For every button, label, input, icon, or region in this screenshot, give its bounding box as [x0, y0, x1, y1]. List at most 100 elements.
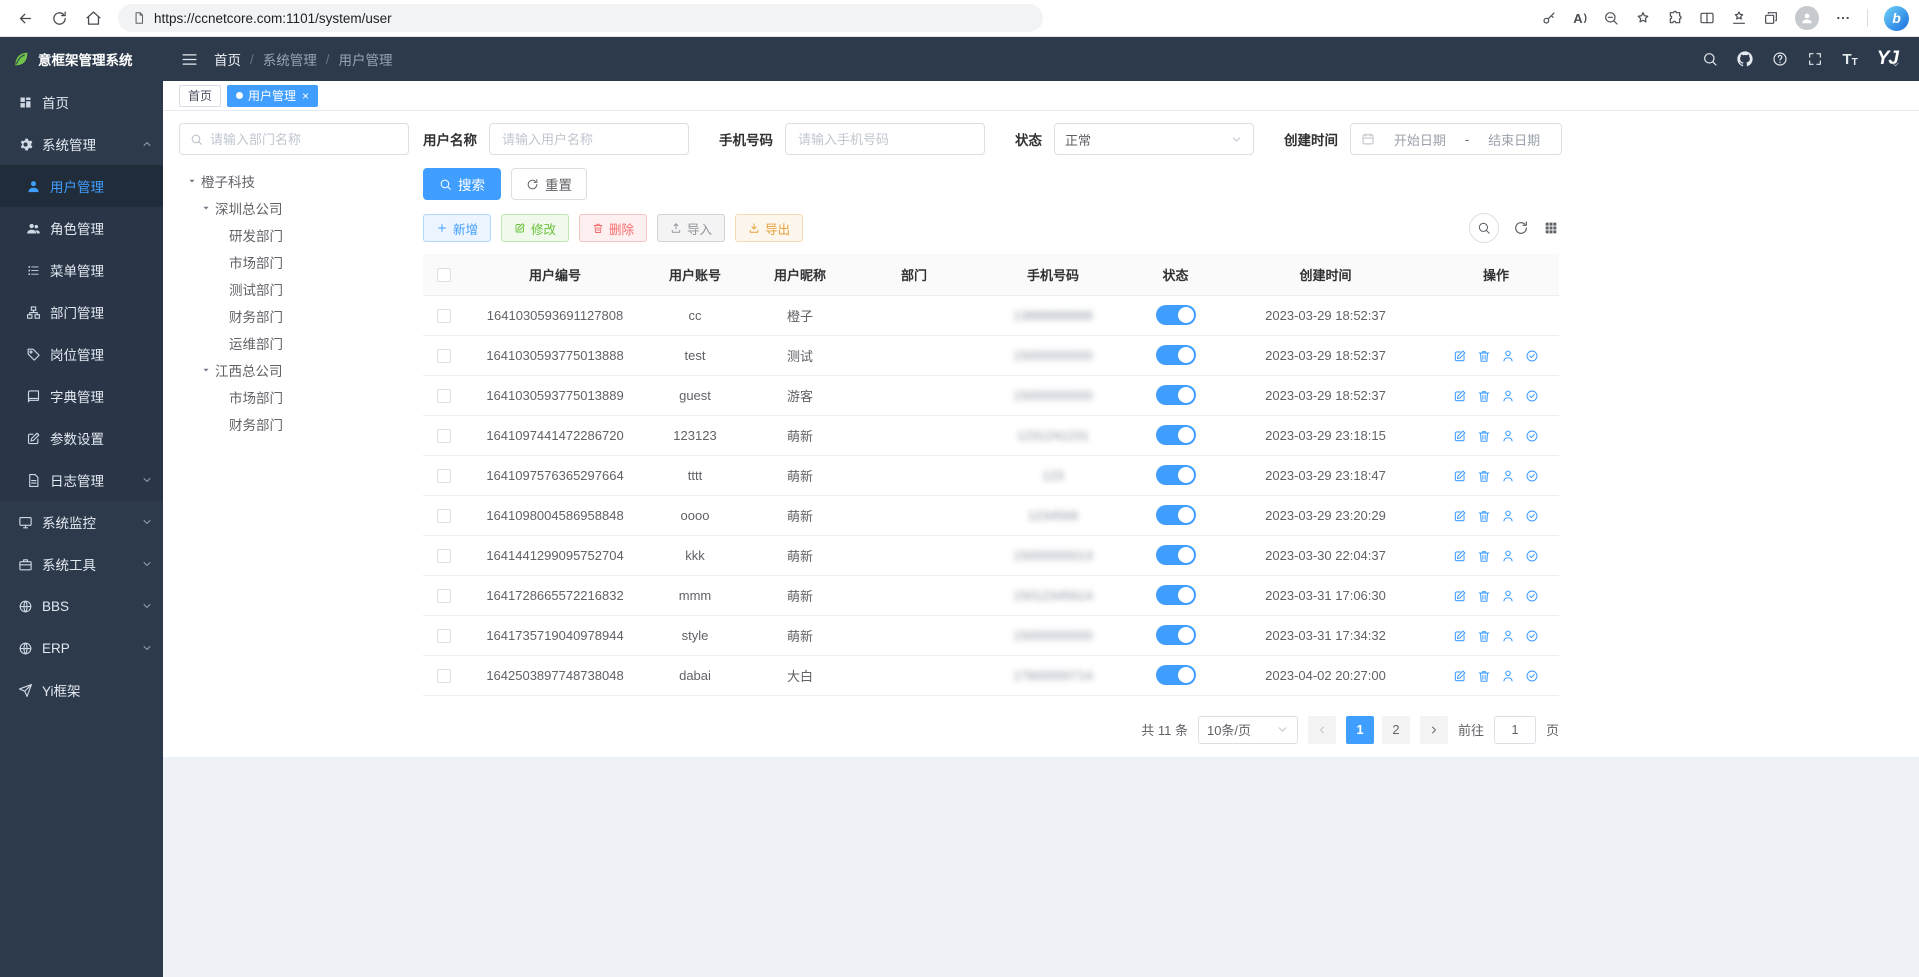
edit-square-icon[interactable]	[1453, 429, 1467, 443]
sidebar-item-yi-framework[interactable]: Yi框架	[0, 669, 163, 711]
table-row[interactable]: 1641097441472286720 123123 萌新 1231241231…	[423, 415, 1559, 455]
status-toggle[interactable]	[1156, 385, 1196, 405]
sidebar-item-param-settings[interactable]: 参数设置	[0, 417, 163, 459]
table-row[interactable]: 1642503897748738048 dabai 大白 17600000714…	[423, 655, 1559, 695]
reset-password-icon[interactable]	[1501, 389, 1515, 403]
url-bar[interactable]: https://ccnetcore.com:1101/system/user	[118, 4, 1043, 32]
assign-role-icon[interactable]	[1525, 389, 1539, 403]
edit-square-icon[interactable]	[1453, 589, 1467, 603]
search-button[interactable]: 搜索	[423, 168, 501, 200]
row-checkbox[interactable]	[437, 469, 451, 483]
sidebar-item-home[interactable]: 首页	[0, 81, 163, 123]
row-checkbox[interactable]	[437, 669, 451, 683]
edit-square-icon[interactable]	[1453, 509, 1467, 523]
collections-icon[interactable]	[1763, 10, 1779, 26]
import-button[interactable]: 导入	[657, 214, 725, 242]
back-icon[interactable]	[10, 3, 40, 33]
assign-role-icon[interactable]	[1525, 589, 1539, 603]
tree-node[interactable]: 橙子科技	[179, 167, 409, 194]
reset-password-icon[interactable]	[1501, 669, 1515, 683]
column-header[interactable]: 用户账号	[645, 254, 745, 295]
status-toggle[interactable]	[1156, 585, 1196, 605]
favorites-add-icon[interactable]	[1635, 10, 1651, 26]
breadcrumb-item[interactable]: 用户管理	[339, 49, 393, 69]
username-input[interactable]	[489, 123, 689, 155]
status-toggle[interactable]	[1156, 625, 1196, 645]
sidebar-item-system-monitor[interactable]: 系统监控	[0, 501, 163, 543]
tree-node[interactable]: 江西总公司	[179, 356, 409, 383]
assign-role-icon[interactable]	[1525, 549, 1539, 563]
edit-square-icon[interactable]	[1453, 349, 1467, 363]
profile-avatar[interactable]	[1795, 6, 1819, 30]
tab-用户管理[interactable]: 用户管理 ×	[227, 85, 318, 107]
favorites-bar-icon[interactable]	[1731, 10, 1747, 26]
reset-password-icon[interactable]	[1501, 349, 1515, 363]
delete-button[interactable]: 删除	[579, 214, 647, 242]
font-size-icon[interactable]: TT	[1842, 51, 1857, 68]
sidebar-item-dept-management[interactable]: 部门管理	[0, 291, 163, 333]
trash-icon[interactable]	[1477, 549, 1491, 563]
trash-icon[interactable]	[1477, 429, 1491, 443]
assign-role-icon[interactable]	[1525, 509, 1539, 523]
table-row[interactable]: 1641030593691127808 cc 橙子 13888888888 20…	[423, 295, 1559, 335]
page-size-select[interactable]: 10条/页	[1198, 716, 1298, 744]
row-checkbox[interactable]	[437, 349, 451, 363]
select-all-checkbox[interactable]	[437, 268, 451, 282]
edit-square-icon[interactable]	[1453, 389, 1467, 403]
sidebar-item-log-management[interactable]: 日志管理	[0, 459, 163, 501]
caret-down-icon[interactable]	[183, 175, 201, 187]
status-toggle[interactable]	[1156, 665, 1196, 685]
tree-node[interactable]: 深圳总公司	[179, 194, 409, 221]
edit-square-icon[interactable]	[1453, 469, 1467, 483]
github-icon[interactable]	[1737, 51, 1753, 67]
next-page-button[interactable]	[1420, 716, 1448, 744]
read-aloud-icon[interactable]: A)	[1573, 11, 1587, 26]
reset-password-icon[interactable]	[1501, 509, 1515, 523]
tree-node[interactable]: 财务部门	[179, 302, 409, 329]
reset-button[interactable]: 重置	[511, 168, 587, 200]
table-row[interactable]: 1641441299095752704 kkk 萌新 15000000013 2…	[423, 535, 1559, 575]
trash-icon[interactable]	[1477, 629, 1491, 643]
sidebar-item-system-management[interactable]: 系统管理	[0, 123, 163, 165]
reset-password-icon[interactable]	[1501, 469, 1515, 483]
reset-password-icon[interactable]	[1501, 429, 1515, 443]
sidebar-item-erp[interactable]: ERP	[0, 627, 163, 669]
page-button-1[interactable]: 1	[1346, 716, 1374, 744]
trash-icon[interactable]	[1477, 389, 1491, 403]
edit-square-icon[interactable]	[1453, 629, 1467, 643]
sidebar-item-user-management[interactable]: 用户管理	[0, 165, 163, 207]
caret-down-icon[interactable]	[197, 364, 215, 376]
sidebar-item-post-management[interactable]: 岗位管理	[0, 333, 163, 375]
tree-node[interactable]: 财务部门	[179, 410, 409, 437]
status-toggle[interactable]	[1156, 425, 1196, 445]
search-icon[interactable]	[1702, 51, 1718, 67]
copilot-icon[interactable]: b	[1884, 6, 1909, 31]
trash-icon[interactable]	[1477, 509, 1491, 523]
row-checkbox[interactable]	[437, 629, 451, 643]
app-logo[interactable]: 意框架管理系统	[0, 37, 163, 81]
page-button-2[interactable]: 2	[1382, 716, 1410, 744]
row-checkbox[interactable]	[437, 509, 451, 523]
edit-square-icon[interactable]	[1453, 549, 1467, 563]
row-checkbox[interactable]	[437, 429, 451, 443]
assign-role-icon[interactable]	[1525, 429, 1539, 443]
edit-square-icon[interactable]	[1453, 669, 1467, 683]
grid-columns-icon[interactable]	[1543, 220, 1559, 236]
assign-role-icon[interactable]	[1525, 629, 1539, 643]
row-checkbox[interactable]	[437, 549, 451, 563]
column-header[interactable]: 创建时间	[1218, 254, 1433, 295]
table-row[interactable]: 1641097576365297664 tttt 萌新 123 2023-03-…	[423, 455, 1559, 495]
zoom-icon[interactable]	[1603, 10, 1619, 26]
help-icon[interactable]	[1772, 51, 1788, 67]
status-select[interactable]: 正常	[1054, 123, 1254, 155]
dept-search-input[interactable]	[210, 132, 398, 147]
status-toggle[interactable]	[1156, 545, 1196, 565]
fullscreen-icon[interactable]	[1807, 51, 1823, 67]
tree-node[interactable]: 测试部门	[179, 275, 409, 302]
sidebar-item-system-tools[interactable]: 系统工具	[0, 543, 163, 585]
table-row[interactable]: 1641728665572216832 mmm 萌新 15012345614 2…	[423, 575, 1559, 615]
row-checkbox[interactable]	[437, 309, 451, 323]
collapse-menu-icon[interactable]	[181, 51, 198, 68]
breadcrumb-item[interactable]: 首页	[214, 49, 241, 69]
sidebar-item-bbs[interactable]: BBS	[0, 585, 163, 627]
